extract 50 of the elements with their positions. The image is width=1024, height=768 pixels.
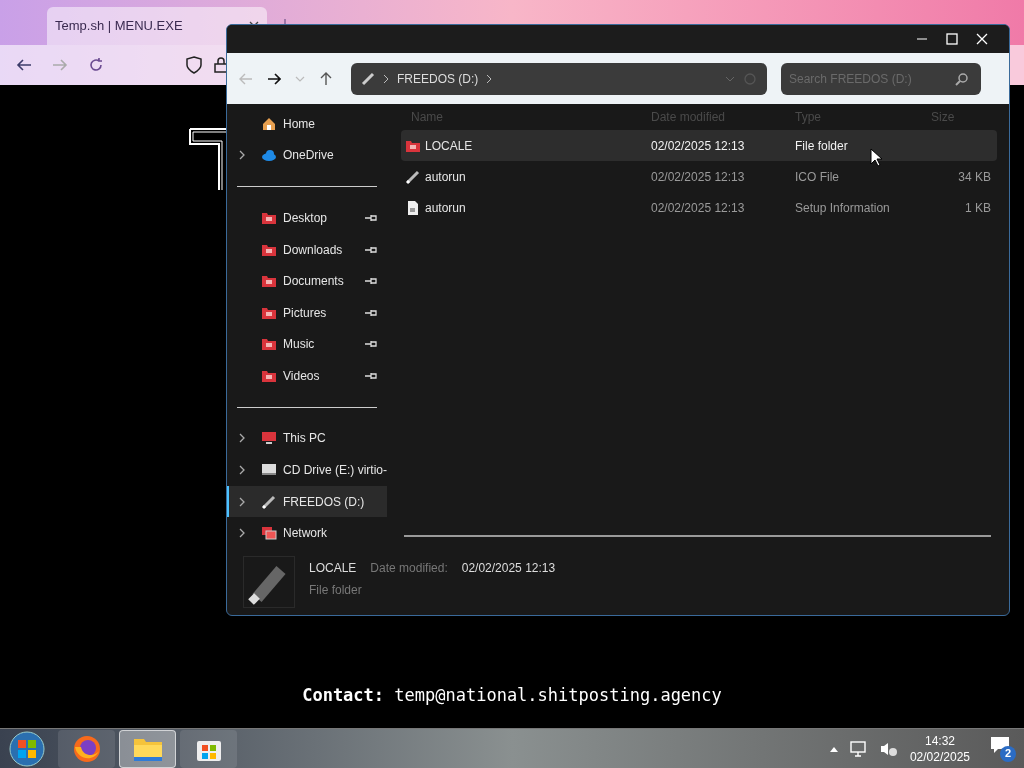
type-cell-text: Setup Information [795, 199, 890, 217]
nav-label: Network [283, 525, 327, 543]
notifications-button[interactable]: 2 [990, 735, 1016, 762]
address-bar[interactable]: FREEDOS (D:) [351, 62, 767, 95]
nav-label: CD Drive (E:) virtio- [283, 461, 387, 479]
nav-label: Pictures [283, 304, 327, 322]
date-cell-text: 02/02/2025 12:13 [651, 199, 745, 217]
file-name: autorun [425, 168, 466, 186]
detail-label: Date modified: [370, 560, 448, 577]
nav-item[interactable]: Documents [227, 265, 387, 297]
nav-item[interactable]: Downloads [227, 233, 387, 266]
nav-item[interactable]: Pictures [227, 296, 387, 329]
nav-item[interactable]: Videos [227, 360, 387, 392]
file-name: autorun [425, 199, 466, 217]
nav-label: Videos [283, 367, 320, 385]
nav-label: This PC [283, 430, 326, 448]
nav-label: OneDrive [283, 147, 334, 165]
contact-text: Contact: temp@national.shitposting.agency [302, 683, 722, 707]
nav-item[interactable]: Music [227, 328, 387, 361]
nav-item[interactable]: Home [227, 108, 387, 140]
nav-label: FREEDOS (D:) [283, 493, 365, 511]
type-cell-text: ICO File [795, 168, 839, 186]
date-cell-text: 02/02/2025 12:13 [651, 137, 745, 155]
type-cell-text: File folder [795, 137, 848, 155]
nav-item[interactable]: Desktop [227, 202, 387, 234]
size-cell-text: 1 KB [965, 199, 991, 217]
size-cell-text: 34 KB [958, 168, 991, 186]
nav-item[interactable]: OneDrive [227, 139, 387, 172]
clock-date: 02/02/2025 [909, 748, 970, 765]
file-row[interactable]: autorun 02/02/2025 12:13 Setup Information 1 KB [401, 192, 997, 223]
nav-item[interactable]: FREEDOS (D:) [227, 485, 387, 518]
nav-label: Home [283, 115, 315, 133]
nav-label: Downloads [283, 241, 343, 259]
nav-item[interactable]: CD Drive (E:) virtio- [227, 454, 387, 486]
notification-badge: 2 [1000, 745, 1016, 762]
file-row[interactable]: LOCALE 02/02/2025 12:13 File folder [401, 130, 997, 161]
nav-label: Documents [283, 273, 344, 291]
breadcrumb-item[interactable]: FREEDOS (D:) [397, 69, 479, 88]
nav-item[interactable]: This PC [227, 422, 387, 455]
file-row[interactable]: autorun 02/02/2025 12:13 ICO File 34 KB [401, 161, 997, 192]
nav-label: Desktop [283, 209, 328, 227]
tab-title: Temp.sh | MENU.EXE [55, 17, 183, 36]
nav-item[interactable]: Network [227, 517, 387, 549]
date-cell-text: 02/02/2025 12:13 [651, 168, 745, 186]
clock-time: 14:32 [924, 732, 955, 749]
detail-name: LOCALE [309, 560, 357, 577]
detail-value: 02/02/2025 12:13 [461, 560, 556, 577]
nav-label: Music [283, 336, 315, 354]
detail-type: File folder [309, 582, 363, 599]
file-name: LOCALE [425, 137, 473, 155]
